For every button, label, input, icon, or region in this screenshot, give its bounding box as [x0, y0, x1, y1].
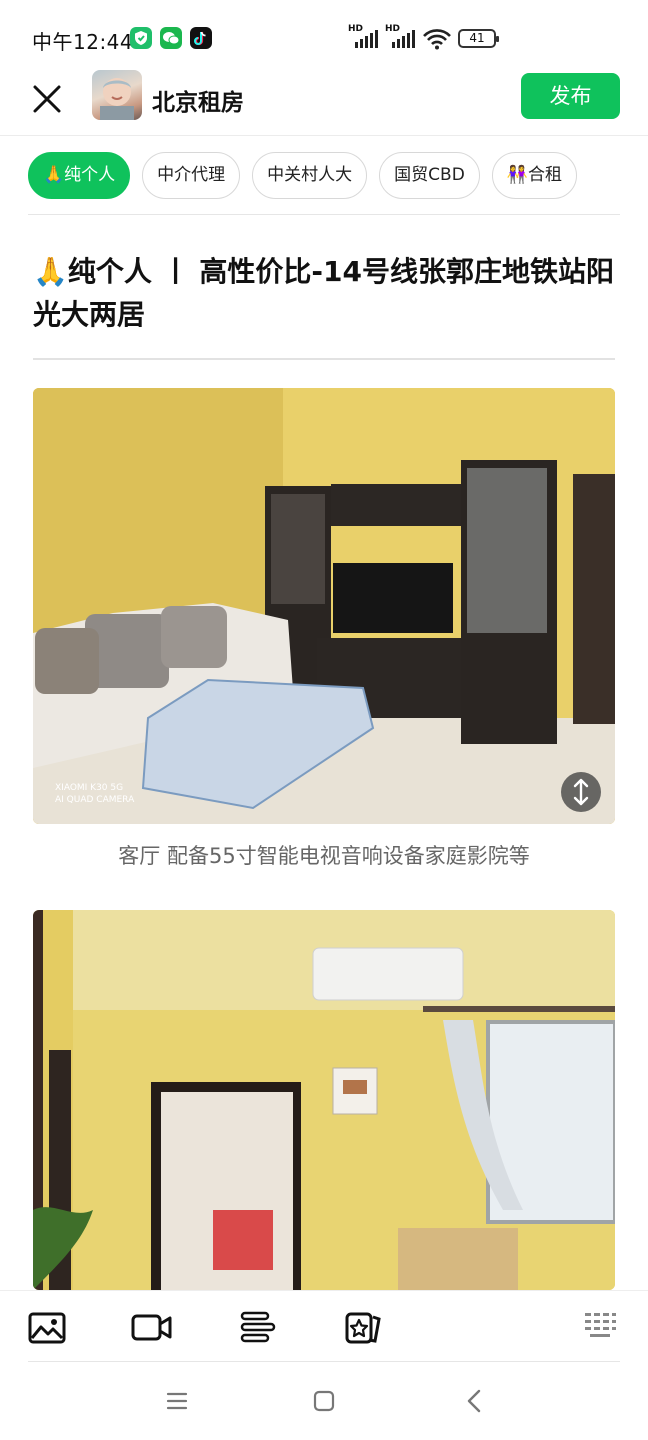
page-title: 北京租房 — [152, 90, 244, 116]
divider — [28, 214, 620, 215]
menu-icon[interactable] — [162, 1386, 192, 1416]
video-icon[interactable] — [131, 1307, 172, 1347]
bedroom-photo[interactable] — [33, 910, 615, 1290]
wechat-icon — [160, 27, 182, 49]
watermark-line-1: XIAOMI K30 5G — [55, 783, 123, 793]
tag-shared-rent[interactable]: 👭合租 — [491, 152, 577, 199]
tag-individual[interactable]: 🙏纯个人 — [28, 152, 131, 199]
image-icon[interactable] — [27, 1307, 67, 1347]
status-time: 中午12:44 — [32, 30, 134, 54]
close-button[interactable] — [26, 78, 68, 120]
publish-button[interactable]: 发布 — [521, 73, 620, 119]
signal-2-icon: HD — [385, 24, 415, 48]
system-nav-bar — [0, 1362, 648, 1440]
article-title[interactable]: 🙏纯个人 丨 高性价比-14号线张郭庄地铁站阳光大两居 — [33, 250, 618, 336]
shield-app-icon — [130, 27, 152, 49]
tag-guomao-cbd[interactable]: 国贸CBD — [379, 152, 480, 199]
text-align-icon[interactable] — [238, 1307, 278, 1347]
tiktok-icon — [190, 27, 212, 49]
tag-zhongguancun[interactable]: 中关村人大 — [252, 152, 368, 199]
keyboard-icon[interactable] — [582, 1307, 622, 1347]
close-icon — [33, 85, 61, 113]
vertical-expand-icon — [573, 778, 589, 806]
avatar[interactable] — [92, 70, 142, 120]
editor-toolbar — [0, 1290, 648, 1362]
watermark-line-2: AI QUAD CAMERA — [55, 795, 135, 805]
tag-bar: 🙏纯个人 中介代理 中关村人大 国贸CBD 👭合租 — [28, 152, 577, 199]
signal-1-icon: HD — [348, 24, 378, 48]
home-icon[interactable] — [309, 1386, 339, 1416]
photo-caption: 客厅 配备55寸智能电视音响设备家庭影院等 — [118, 844, 530, 868]
wifi-icon — [422, 28, 452, 50]
battery-icon: 41 — [458, 29, 499, 48]
divider — [33, 358, 615, 360]
status-bar: 中午12:44 HD HD 41 — [0, 0, 648, 70]
living-room-photo[interactable]: XIAOMI K30 5G AI QUAD CAMERA — [33, 388, 615, 824]
star-card-icon[interactable] — [343, 1307, 383, 1347]
back-icon[interactable] — [460, 1386, 490, 1416]
expand-button[interactable] — [561, 772, 601, 812]
app-header: 北京租房 发布 — [0, 70, 648, 136]
tag-agency[interactable]: 中介代理 — [142, 152, 241, 199]
